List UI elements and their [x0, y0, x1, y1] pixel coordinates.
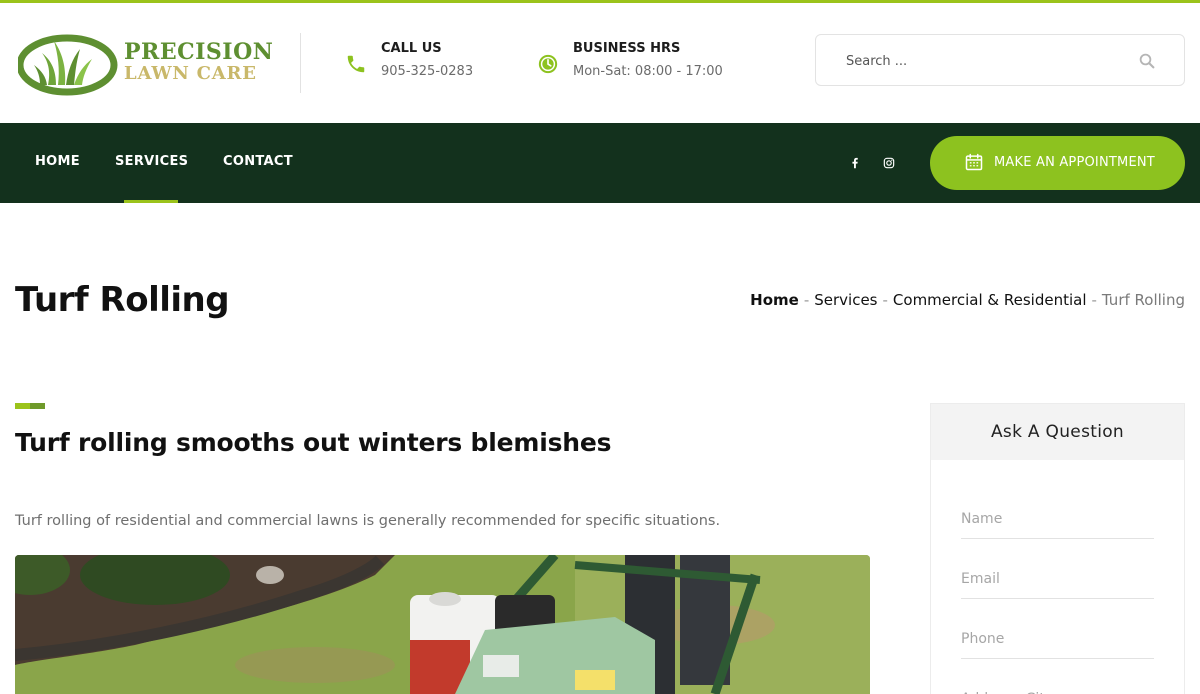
turf-rolling-photo	[15, 555, 870, 694]
make-appointment-label: MAKE AN APPOINTMENT	[994, 155, 1155, 170]
clock-icon	[538, 54, 558, 74]
breadcrumb-commercial-residential[interactable]: Commercial & Residential	[893, 291, 1087, 309]
ask-a-question-header: Ask A Question	[931, 404, 1184, 460]
logo-line2: LAWN CARE	[124, 63, 257, 84]
breadcrumb-separator: -	[1091, 291, 1097, 309]
turf-roller-illustration	[15, 555, 870, 694]
make-appointment-button[interactable]: MAKE AN APPOINTMENT	[930, 136, 1185, 190]
logo-line1: PRECISION	[124, 39, 274, 65]
section-heading: Turf rolling smooths out winters blemish…	[15, 428, 612, 457]
breadcrumb-separator: -	[882, 291, 888, 309]
name-field[interactable]	[961, 499, 1154, 539]
nav-item-contact[interactable]: CONTACT	[223, 154, 293, 169]
phone-icon	[347, 55, 365, 73]
phone-field[interactable]	[961, 619, 1154, 659]
search-icon[interactable]	[1138, 52, 1156, 70]
ask-a-question-title: Ask A Question	[990, 422, 1124, 442]
site-logo[interactable]: PRECISION LAWN CARE	[16, 33, 273, 97]
header-divider	[300, 33, 301, 93]
breadcrumb: Home - Services - Commercial & Residential - T…	[750, 291, 1185, 309]
nav-item-services[interactable]: SERVICES	[115, 154, 188, 169]
call-us-title: CALL US	[381, 41, 442, 56]
facebook-icon[interactable]	[848, 156, 862, 170]
address-city-field[interactable]	[961, 679, 1154, 694]
nav-item-home[interactable]: HOME	[35, 154, 80, 169]
ask-a-question-form: Ask A Question	[930, 403, 1185, 694]
main-navigation: HOME SERVICES CONTACT MAKE AN APPOINTMEN…	[0, 123, 1200, 203]
phone-number[interactable]: 905-325-0283	[381, 64, 473, 79]
breadcrumb-separator: -	[803, 291, 810, 309]
nav-active-indicator	[124, 200, 178, 203]
logo-grass-emblem	[16, 34, 118, 96]
email-field[interactable]	[961, 559, 1154, 599]
instagram-icon[interactable]	[882, 156, 896, 170]
calendar-icon	[965, 153, 983, 171]
breadcrumb-home[interactable]: Home	[750, 291, 799, 309]
breadcrumb-current: Turf Rolling	[1101, 291, 1185, 309]
business-hours-title: BUSINESS HRS	[573, 41, 681, 56]
search-input[interactable]	[846, 50, 1116, 72]
breadcrumb-services[interactable]: Services	[814, 291, 877, 309]
logo-wordmark: PRECISION LAWN CARE	[124, 41, 273, 85]
intro-paragraph: Turf rolling of residential and commerci…	[15, 513, 721, 529]
page-title: Turf Rolling	[15, 280, 230, 320]
site-header: PRECISION LAWN CARE CALL US 905-325-0283…	[0, 3, 1200, 123]
business-hours-value: Mon-Sat: 08:00 - 17:00	[573, 64, 723, 79]
search-box	[815, 34, 1185, 86]
heading-accent-bar	[15, 403, 45, 409]
